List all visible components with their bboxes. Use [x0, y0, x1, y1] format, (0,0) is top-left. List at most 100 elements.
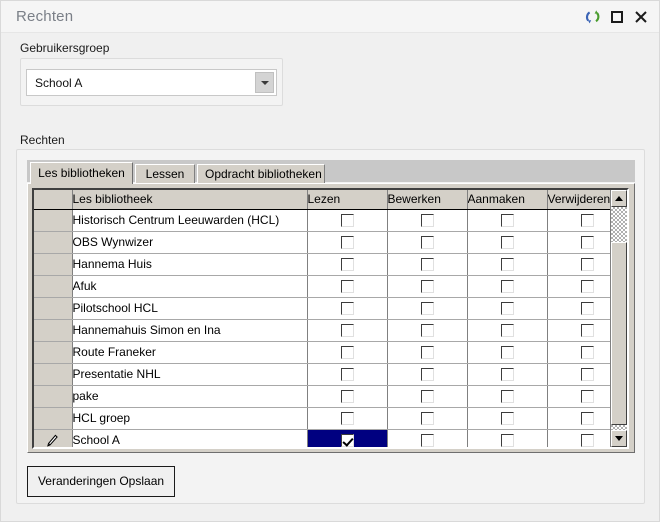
row-header-cell[interactable] — [34, 429, 73, 447]
restore-icon[interactable] — [608, 8, 626, 26]
checkbox-verwijderen[interactable] — [580, 390, 594, 404]
checkbox-verwijderen[interactable] — [580, 346, 594, 360]
table-row[interactable]: Afuk — [34, 275, 627, 298]
cell-bewerken[interactable] — [387, 319, 468, 342]
checkbox-bewerken[interactable] — [420, 302, 434, 316]
scroll-up-icon[interactable] — [611, 190, 627, 207]
checkbox-bewerken[interactable] — [420, 412, 434, 426]
cell-aanmaken[interactable] — [467, 341, 548, 364]
checkbox-bewerken[interactable] — [420, 214, 434, 228]
checkbox-lezen[interactable] — [340, 368, 354, 382]
table-row[interactable]: pake — [34, 385, 627, 408]
row-header-cell[interactable] — [34, 407, 73, 430]
cell-les-bibliotheek[interactable]: Hannema Huis — [72, 253, 308, 276]
checkbox-bewerken[interactable] — [420, 324, 434, 338]
checkbox-lezen[interactable] — [340, 324, 354, 338]
checkbox-aanmaken[interactable] — [500, 368, 514, 382]
cell-aanmaken[interactable] — [467, 385, 548, 408]
row-header-cell[interactable] — [34, 319, 73, 342]
checkbox-aanmaken[interactable] — [500, 236, 514, 250]
cell-lezen[interactable] — [307, 275, 388, 298]
cell-aanmaken[interactable] — [467, 275, 548, 298]
checkbox-verwijderen[interactable] — [580, 434, 594, 447]
grid-vertical-scrollbar[interactable] — [610, 190, 627, 447]
checkbox-aanmaken[interactable] — [500, 346, 514, 360]
checkbox-lezen[interactable] — [340, 214, 354, 228]
checkbox-lezen[interactable] — [340, 280, 354, 294]
cell-bewerken[interactable] — [387, 253, 468, 276]
checkbox-verwijderen[interactable] — [580, 258, 594, 272]
checkbox-lezen[interactable] — [340, 258, 354, 272]
table-row[interactable]: Presentatie NHL — [34, 363, 627, 386]
cell-aanmaken[interactable] — [467, 407, 548, 430]
scroll-down-icon[interactable] — [611, 430, 627, 447]
save-changes-button[interactable]: Veranderingen Opslaan — [27, 466, 175, 497]
cell-bewerken[interactable] — [387, 385, 468, 408]
cell-aanmaken[interactable] — [467, 363, 548, 386]
column-header-les-bibliotheek[interactable]: Les bibliotheek — [72, 190, 308, 210]
checkbox-bewerken[interactable] — [420, 346, 434, 360]
tab-les-bibliotheken[interactable]: Les bibliotheken — [30, 162, 133, 184]
table-row[interactable]: Hannema Huis — [34, 253, 627, 276]
row-header-cell[interactable] — [34, 253, 73, 276]
scrollbar-track[interactable] — [611, 207, 627, 430]
row-header-cell[interactable] — [34, 209, 73, 232]
checkbox-bewerken[interactable] — [420, 368, 434, 382]
cell-lezen[interactable] — [307, 297, 388, 320]
row-header-cell[interactable] — [34, 363, 73, 386]
cell-bewerken[interactable] — [387, 429, 468, 447]
close-icon[interactable] — [632, 8, 650, 26]
checkbox-verwijderen[interactable] — [580, 280, 594, 294]
checkbox-verwijderen[interactable] — [580, 214, 594, 228]
cell-aanmaken[interactable] — [467, 231, 548, 254]
cell-les-bibliotheek[interactable]: Historisch Centrum Leeuwarden (HCL) — [72, 209, 308, 232]
checkbox-verwijderen[interactable] — [580, 324, 594, 338]
cell-bewerken[interactable] — [387, 297, 468, 320]
column-header-lezen[interactable]: Lezen — [307, 190, 388, 210]
cell-les-bibliotheek[interactable]: Hannemahuis Simon en Ina — [72, 319, 308, 342]
checkbox-aanmaken[interactable] — [500, 434, 514, 447]
cell-lezen[interactable] — [307, 319, 388, 342]
cell-aanmaken[interactable] — [467, 429, 548, 447]
checkbox-bewerken[interactable] — [420, 236, 434, 250]
checkbox-lezen[interactable] — [340, 236, 354, 250]
checkbox-bewerken[interactable] — [420, 258, 434, 272]
cell-lezen[interactable] — [307, 253, 388, 276]
checkbox-lezen[interactable] — [340, 412, 354, 426]
checkbox-bewerken[interactable] — [420, 280, 434, 294]
cell-bewerken[interactable] — [387, 407, 468, 430]
checkbox-aanmaken[interactable] — [500, 280, 514, 294]
cell-les-bibliotheek[interactable]: pake — [72, 385, 308, 408]
checkbox-verwijderen[interactable] — [580, 368, 594, 382]
cell-les-bibliotheek[interactable]: School A — [72, 429, 308, 447]
sync-icon[interactable] — [584, 8, 602, 26]
table-row[interactable]: OBS Wynwizer — [34, 231, 627, 254]
row-header-cell[interactable] — [34, 231, 73, 254]
checkbox-aanmaken[interactable] — [500, 258, 514, 272]
cell-les-bibliotheek[interactable]: Route Franeker — [72, 341, 308, 364]
cell-bewerken[interactable] — [387, 209, 468, 232]
table-row[interactable]: Hannemahuis Simon en Ina — [34, 319, 627, 342]
checkbox-aanmaken[interactable] — [500, 412, 514, 426]
table-row[interactable]: Historisch Centrum Leeuwarden (HCL) — [34, 209, 627, 232]
checkbox-aanmaken[interactable] — [500, 302, 514, 316]
table-row[interactable]: Route Franeker — [34, 341, 627, 364]
tab-opdracht-bibliotheken[interactable]: Opdracht bibliotheken — [197, 164, 325, 183]
cell-les-bibliotheek[interactable]: Afuk — [72, 275, 308, 298]
cell-bewerken[interactable] — [387, 275, 468, 298]
checkbox-lezen[interactable] — [340, 390, 354, 404]
cell-lezen[interactable] — [307, 209, 388, 232]
column-header-bewerken[interactable]: Bewerken — [387, 190, 468, 210]
checkbox-bewerken[interactable] — [420, 434, 434, 447]
cell-lezen[interactable] — [307, 231, 388, 254]
scrollbar-thumb[interactable] — [611, 242, 627, 425]
cell-lezen[interactable] — [307, 363, 388, 386]
checkbox-lezen[interactable] — [340, 302, 354, 316]
cell-lezen[interactable] — [307, 341, 388, 364]
checkbox-verwijderen[interactable] — [580, 302, 594, 316]
checkbox-lezen[interactable] — [340, 346, 354, 360]
cell-aanmaken[interactable] — [467, 297, 548, 320]
cell-les-bibliotheek[interactable]: HCL groep — [72, 407, 308, 430]
checkbox-aanmaken[interactable] — [500, 390, 514, 404]
tab-lessen[interactable]: Lessen — [135, 164, 195, 183]
